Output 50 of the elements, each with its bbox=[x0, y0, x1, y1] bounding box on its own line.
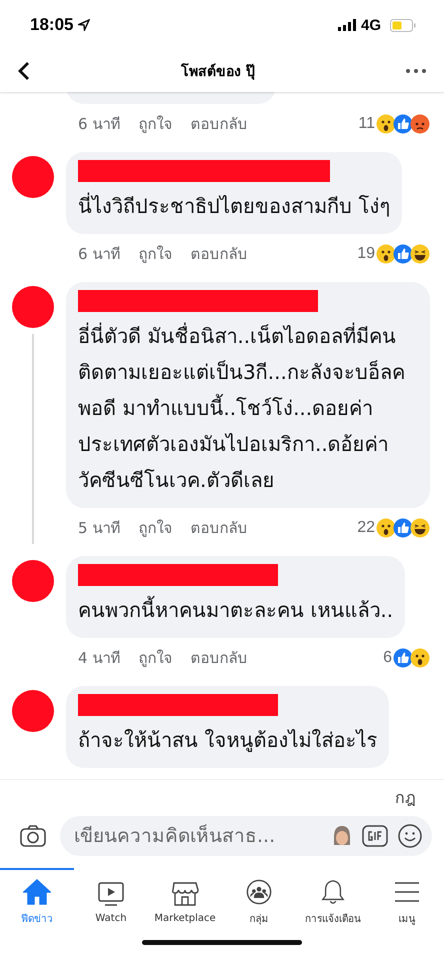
like-link[interactable]: ถูกใจ bbox=[138, 242, 172, 266]
tab[interactable]: ฟีดข่าว bbox=[0, 868, 74, 934]
home-icon bbox=[23, 878, 51, 904]
tab[interactable]: กลุ่ม bbox=[222, 868, 296, 934]
comment-time: 5 นาที bbox=[78, 518, 120, 539]
like-link[interactable]: ถูกใจ bbox=[138, 112, 172, 136]
like-link[interactable]: ถูกใจ bbox=[138, 646, 172, 670]
status-time: 18:05 bbox=[30, 15, 74, 35]
comment-input-field[interactable]: เขียนความคิดเห็นสาธ... bbox=[72, 824, 322, 848]
reply-link[interactable]: ตอบกลับ bbox=[190, 516, 248, 540]
battery-icon bbox=[390, 18, 416, 32]
comment-text: ถ้าจะให้น้าสน ใจหนูต้องไม่ใส่อะไร bbox=[78, 727, 378, 754]
video-play-icon bbox=[97, 880, 125, 906]
avatar-sticker-icon[interactable] bbox=[332, 825, 352, 847]
avatar[interactable] bbox=[12, 156, 54, 198]
rules-label[interactable]: กฎ bbox=[395, 784, 416, 810]
network-label: 4G bbox=[360, 16, 381, 34]
avatar[interactable] bbox=[12, 286, 54, 328]
groups-icon bbox=[245, 878, 273, 904]
reaction-count: 22 bbox=[357, 519, 375, 537]
emoji-icon[interactable] bbox=[398, 824, 422, 848]
tab[interactable]: Watch bbox=[74, 868, 148, 934]
gif-icon[interactable] bbox=[362, 825, 388, 847]
reply-link[interactable]: ตอบกลับ bbox=[190, 112, 248, 136]
reaction-count: 11 bbox=[358, 115, 375, 133]
comment-time: 6 นาที bbox=[78, 114, 120, 135]
reply-link[interactable]: ตอบกลับ bbox=[190, 242, 248, 266]
storefront-icon bbox=[171, 880, 199, 906]
avatar[interactable] bbox=[12, 690, 54, 732]
avatar[interactable] bbox=[12, 560, 54, 602]
camera-icon[interactable] bbox=[20, 825, 46, 847]
tab[interactable]: เมนู bbox=[370, 868, 444, 934]
comment-bar[interactable]: เขียนความคิดเห็นสาธ... bbox=[60, 816, 432, 856]
reply-link[interactable]: ตอบกลับ bbox=[190, 646, 248, 670]
page-title: โพสต์ของ ปุ๊ bbox=[180, 62, 256, 82]
reaction-count: 19 bbox=[357, 245, 375, 263]
location-arrow-icon bbox=[78, 19, 90, 31]
like-link[interactable]: ถูกใจ bbox=[138, 516, 172, 540]
signal-icon bbox=[338, 19, 356, 31]
comment-text: คนพวกนี้หาคนมาตะละคน เหนแล้ว.. bbox=[78, 592, 394, 628]
comment-time: 6 นาที bbox=[78, 244, 120, 265]
tab[interactable]: Marketplace bbox=[148, 868, 222, 934]
comment-text: นี่ไงวิถีประชาธิปไตยของสามกีบ โง่ๆ bbox=[78, 192, 390, 220]
reaction-count: 6 bbox=[383, 649, 392, 667]
tab[interactable]: การแจ้งเตือน bbox=[296, 868, 370, 934]
back-icon[interactable] bbox=[18, 61, 30, 81]
comment-text: อี่นี่ตัวดี มันชื่อนิสา..เน็ตไอดอลที่มีคนติดตามเยอะแต่เป็น3กี...กะลังจะบอ็ลค พอดี มาทำแบบนี้..โชว์โง่...ดอยค่าประเทศตัวเองมันไปอเมริกา..ดอ้ยค่าวัคซีนซีโนเวค.ตัวดีเลย bbox=[78, 322, 406, 494]
more-icon[interactable] bbox=[406, 69, 426, 73]
comment-time: 4 นาที bbox=[78, 648, 120, 669]
bell-icon bbox=[319, 878, 347, 904]
